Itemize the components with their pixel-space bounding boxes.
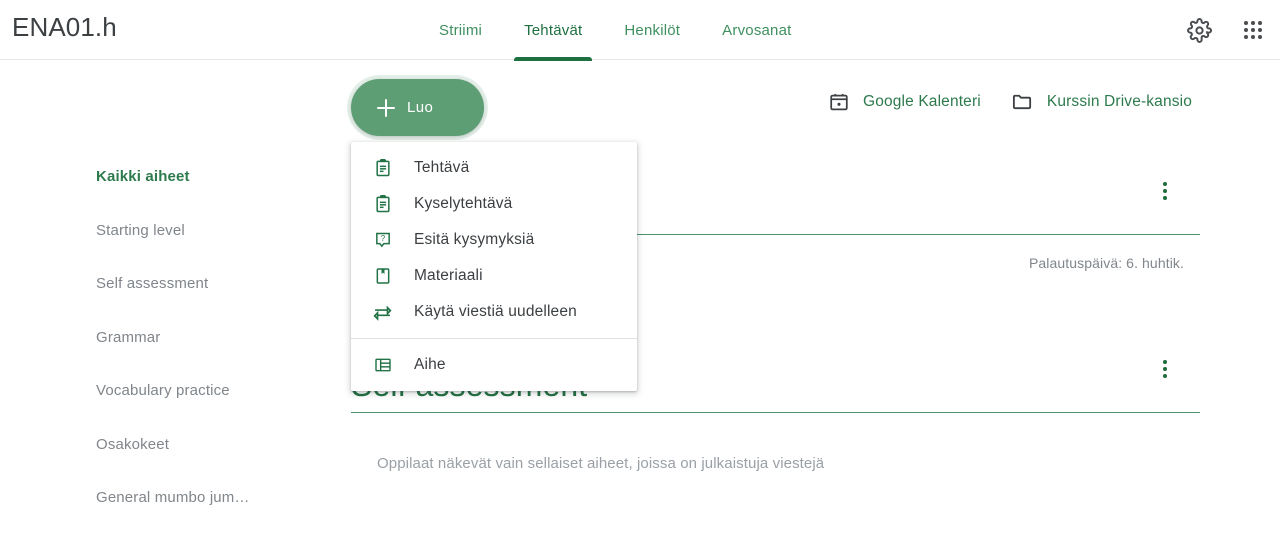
tab-label: Tehtävät [524, 21, 583, 39]
quick-links: Google Kalenteri Kurssin Drive-kansio [828, 90, 1192, 113]
menu-item-material[interactable]: Materiaali [351, 258, 637, 294]
tab-striimi[interactable]: Striimi [418, 0, 503, 60]
topics-sidebar: Kaikki aiheet Starting level Self assess… [0, 150, 330, 525]
plus-icon [377, 98, 395, 117]
sidebar-item-label: Grammar [96, 328, 161, 346]
create-button[interactable]: Luo [351, 79, 484, 136]
quiz-clipboard-icon [372, 194, 393, 215]
menu-divider [351, 338, 637, 339]
quick-link-label: Google Kalenteri [862, 92, 981, 110]
question-bubble-icon: ? [372, 230, 393, 251]
apps-grid-icon[interactable] [1240, 17, 1266, 43]
svg-text:?: ? [380, 234, 385, 243]
sidebar-item-label: Osakokeet [96, 435, 170, 453]
menu-item-reuse-post[interactable]: Käytä viestiä uudelleen [351, 294, 637, 330]
tab-arvosanat[interactable]: Arvosanat [701, 0, 812, 60]
more-vert-icon[interactable] [1154, 180, 1176, 202]
sidebar-item-starting-level[interactable]: Starting level [0, 204, 330, 258]
quick-link-label: Kurssin Drive-kansio [1046, 92, 1192, 110]
tab-label: Striimi [439, 21, 483, 39]
menu-item-label: Tehtävä [414, 159, 470, 176]
menu-item-assignment[interactable]: Tehtävä [351, 150, 637, 186]
sidebar-item-label: Kaikki aiheet [96, 168, 190, 186]
main-tabs: Striimi Tehtävät Henkilöt Arvosanat [418, 0, 813, 61]
menu-item-label: Esitä kysymyksiä [414, 231, 535, 248]
sidebar-item-all-topics[interactable]: Kaikki aiheet [0, 150, 330, 204]
tab-label: Henkilöt [624, 21, 681, 39]
reuse-arrows-icon [372, 302, 393, 323]
assignment-clipboard-icon [372, 158, 393, 179]
header-actions [1186, 0, 1266, 60]
menu-item-label: Käytä viestiä uudelleen [414, 303, 577, 320]
calendar-icon [828, 91, 850, 113]
sidebar-item-self-assessment[interactable]: Self assessment [0, 257, 330, 311]
topic-list-icon [372, 355, 393, 376]
sidebar-item-grammar[interactable]: Grammar [0, 311, 330, 365]
sidebar-item-vocabulary-practice[interactable]: Vocabulary practice [0, 364, 330, 418]
menu-item-label: Materiaali [414, 267, 483, 284]
gear-icon[interactable] [1186, 17, 1212, 43]
menu-item-label: Kyselytehtävä [414, 195, 513, 212]
sidebar-item-osakokeet[interactable]: Osakokeet [0, 418, 330, 472]
create-button-label: Luo [407, 99, 434, 116]
book-bookmark-icon [372, 266, 393, 287]
app-header: ENA01.h Striimi Tehtävät Henkilöt Arvosa… [0, 0, 1280, 61]
google-calendar-link[interactable]: Google Kalenteri [828, 91, 981, 113]
divider [351, 412, 1200, 413]
create-menu: Tehtävä Kyselytehtävä ? Esitä kysymyksiä [351, 142, 637, 391]
sidebar-item-label: Self assessment [96, 275, 209, 293]
page-title: ENA01.h [12, 12, 117, 42]
tab-tehtavat[interactable]: Tehtävät [503, 0, 603, 61]
more-vert-icon[interactable] [1154, 358, 1176, 380]
sidebar-item-label: General mumbo jum… [96, 489, 250, 507]
tab-henkilot[interactable]: Henkilöt [603, 0, 701, 60]
visibility-note: Oppilaat näkevät vain sellaiset aiheet, … [377, 455, 825, 472]
menu-item-quiz-assignment[interactable]: Kyselytehtävä [351, 186, 637, 222]
sidebar-item-label: Starting level [96, 221, 185, 239]
folder-icon [1011, 90, 1034, 113]
course-drive-folder-link[interactable]: Kurssin Drive-kansio [1011, 90, 1192, 113]
menu-item-ask-question[interactable]: ? Esitä kysymyksiä [351, 222, 637, 258]
menu-item-topic[interactable]: Aihe [351, 347, 637, 383]
sidebar-item-general-mumbo-jumbo[interactable]: General mumbo jum… [0, 471, 330, 525]
sidebar-item-label: Vocabulary practice [96, 382, 230, 400]
menu-item-label: Aihe [414, 356, 446, 373]
tab-label: Arvosanat [722, 21, 792, 39]
